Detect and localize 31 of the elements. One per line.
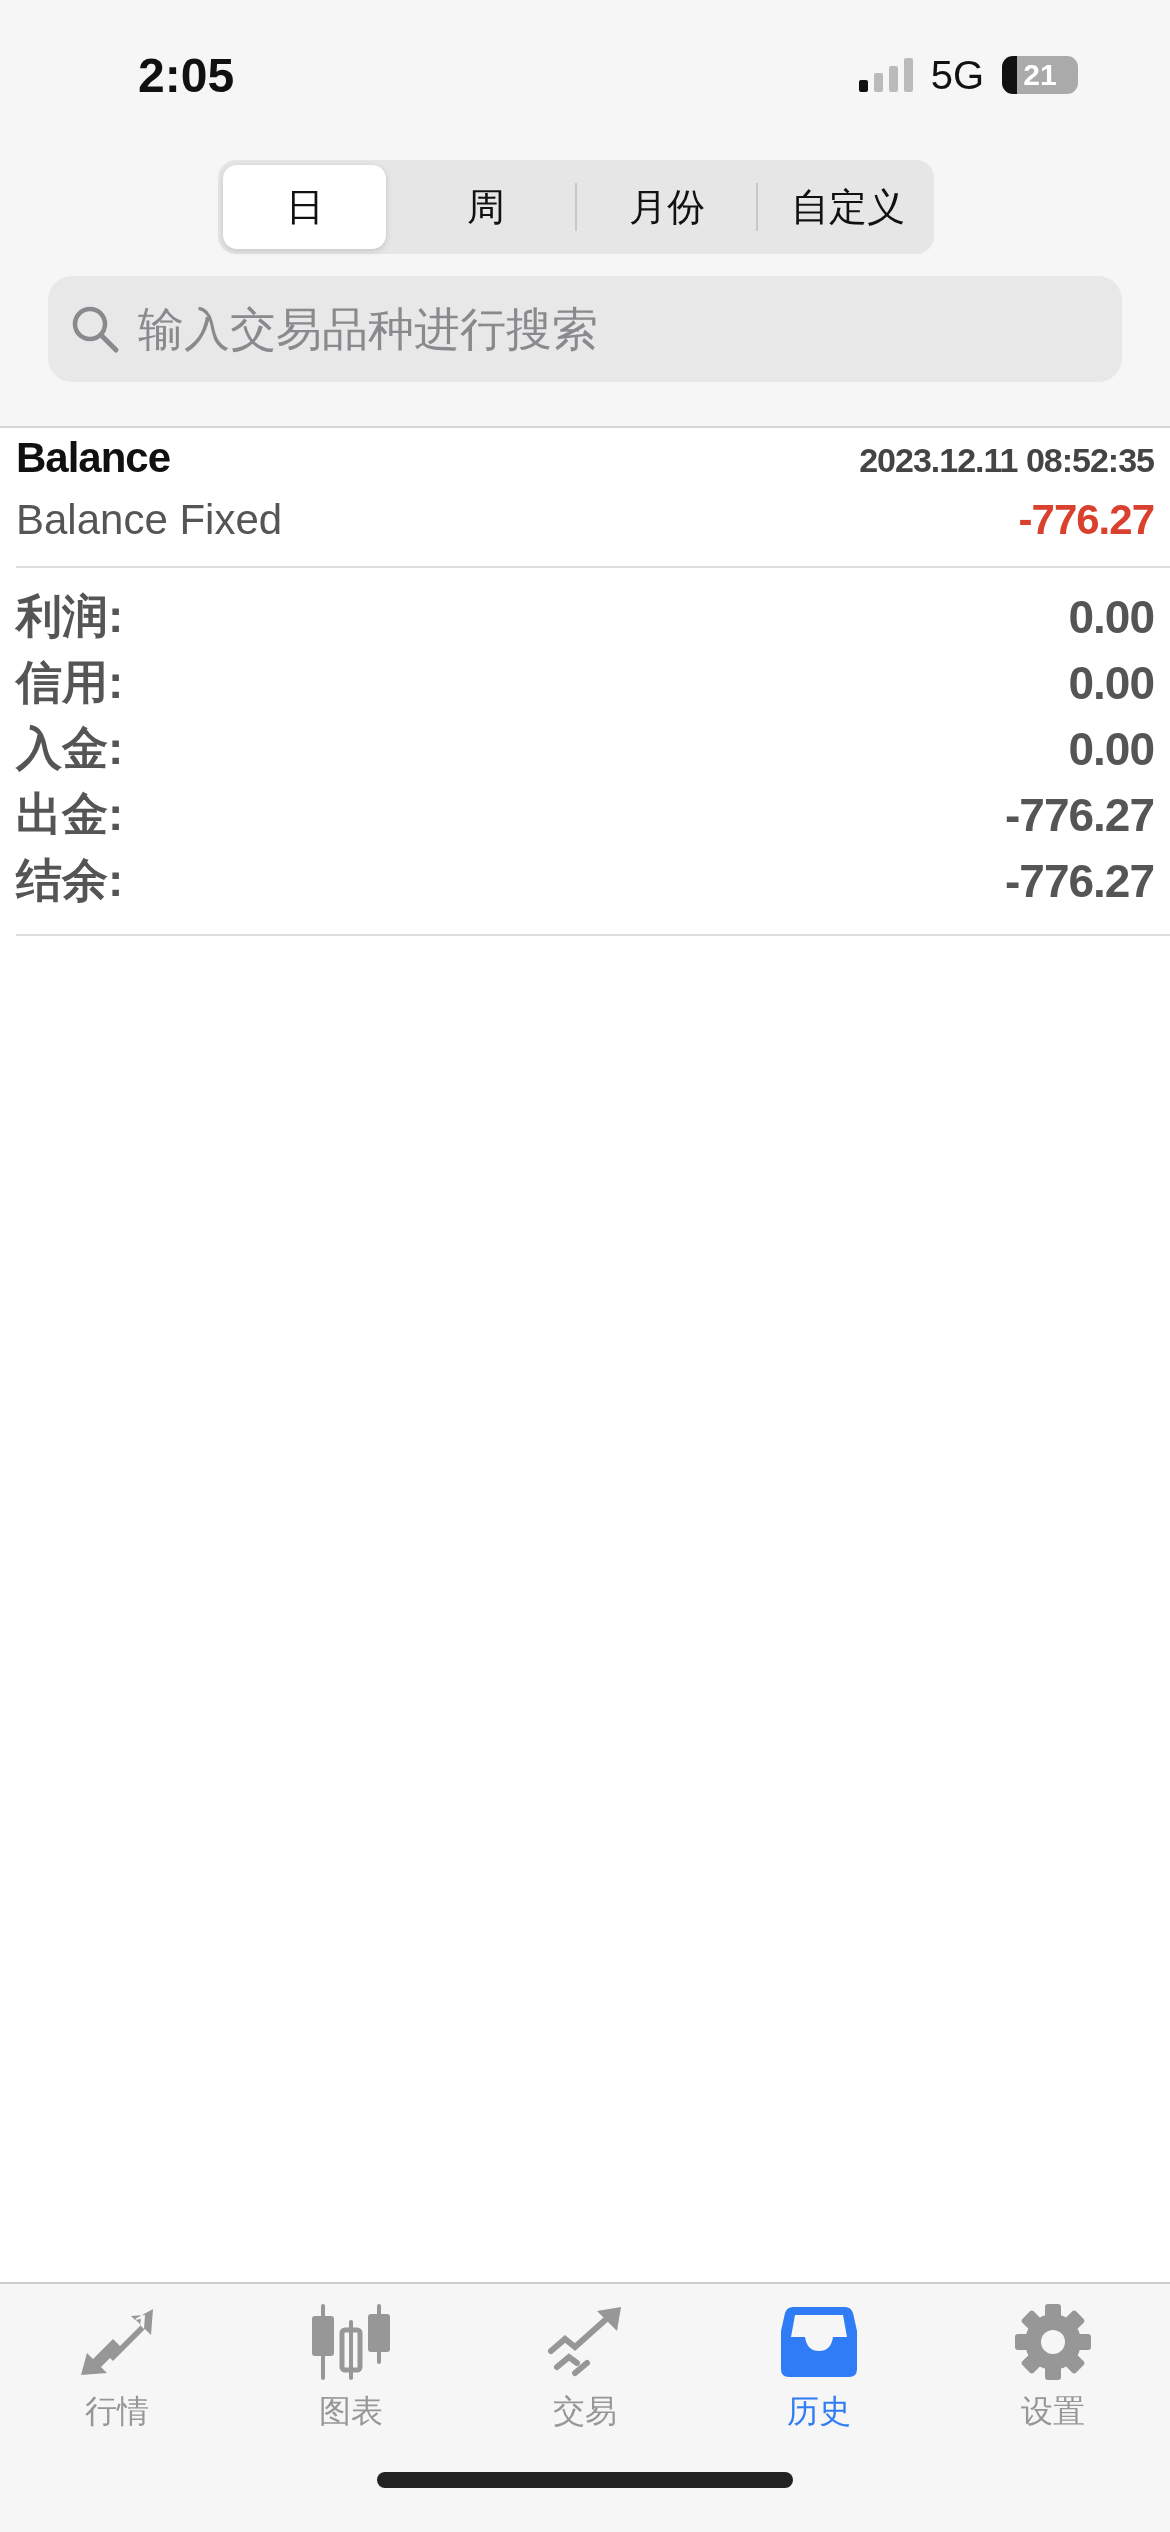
summary-value: 0.00 (1068, 590, 1154, 644)
nav-tab[interactable]: 行情 (0, 2304, 234, 2434)
summary-value: 0.00 (1068, 656, 1154, 710)
status-time: 2:05 (138, 47, 235, 103)
summary-value: -776.27 (1005, 788, 1154, 842)
summary-value: -776.27 (1005, 854, 1154, 908)
period-tab[interactable]: 月份 (585, 165, 748, 249)
search-field[interactable]: 输入交易品种进行搜索 (48, 276, 1122, 382)
period-tab[interactable]: 日 (223, 165, 386, 249)
deal-time: 2023.12.11 08:52:35 (859, 441, 1154, 480)
battery-indicator: 21 (1002, 56, 1078, 94)
summary-label: 入金: (16, 721, 124, 776)
summary-value: 0.00 (1068, 722, 1154, 776)
nav-tab[interactable]: 交易 (468, 2304, 702, 2434)
period-tab[interactable]: 周 (404, 165, 567, 249)
network-label: 5G (930, 52, 984, 98)
deal-amount: -776.27 (1018, 496, 1154, 544)
nav-tab[interactable]: 设置 (936, 2304, 1170, 2434)
summary-label: 出金: (16, 787, 124, 842)
deal-title: Balance (16, 434, 171, 482)
settings-icon (1015, 2304, 1091, 2380)
nav-tab[interactable]: 图表 (234, 2304, 468, 2434)
period-tab[interactable]: 自定义 (766, 165, 929, 249)
inbox-tray-icon (781, 2304, 857, 2380)
summary-label: 结余: (16, 853, 124, 908)
nav-tab[interactable]: 历史 (702, 2304, 936, 2434)
deal-comment: Balance Fixed (16, 496, 283, 544)
summary-label: 信用: (16, 655, 124, 710)
summary-label: 利润: (16, 589, 124, 644)
candlestick-icon (312, 2304, 390, 2380)
signal-icon (858, 58, 913, 92)
